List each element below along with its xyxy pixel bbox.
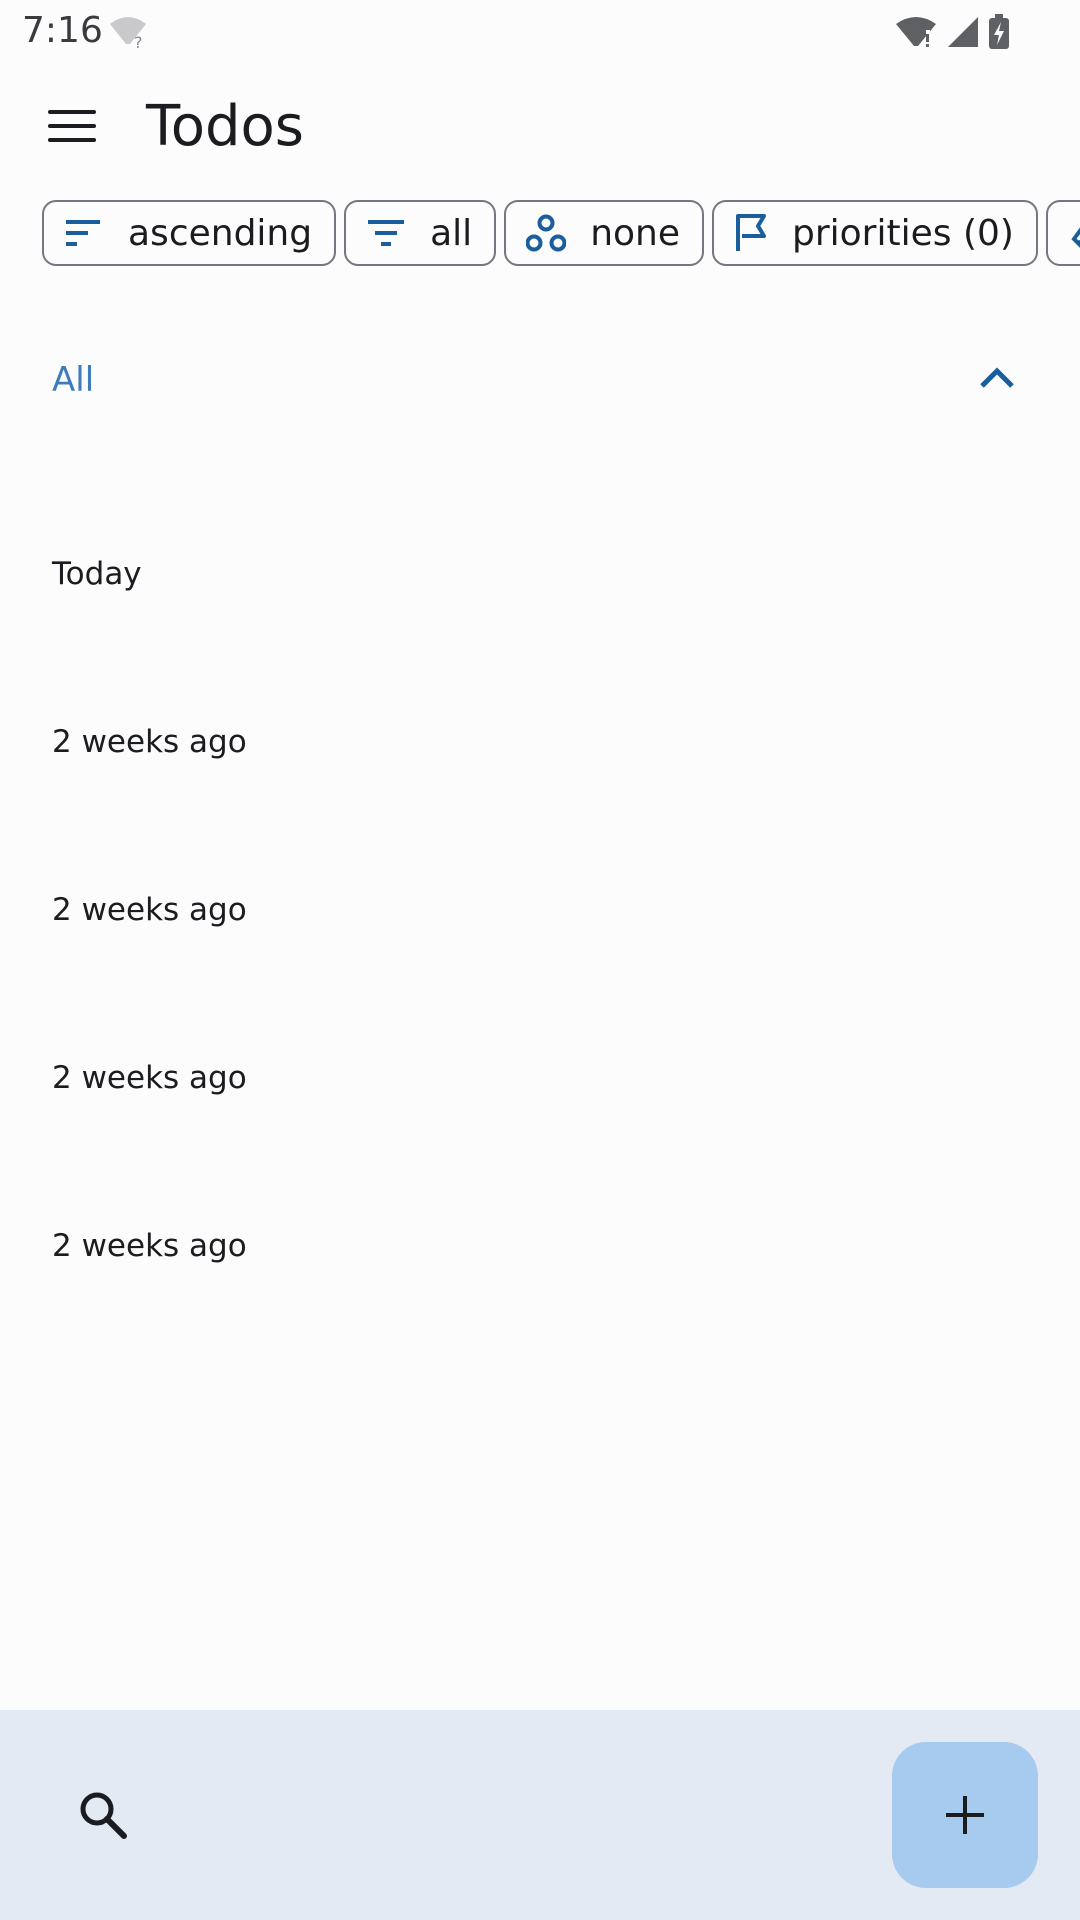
section-label: All xyxy=(52,360,95,400)
list-item[interactable]: Today xyxy=(0,520,1080,630)
sort-order-chip[interactable]: ascending xyxy=(42,200,337,266)
filter-chip-row[interactable]: ascending all none priorities (0) xyxy=(42,200,1080,268)
battery-charging-icon xyxy=(988,14,1010,54)
list-item[interactable]: 2 weeks ago xyxy=(0,688,1080,798)
filter-chip[interactable]: all xyxy=(344,200,497,266)
app-bar: Todos xyxy=(0,64,1080,192)
signal-icon xyxy=(946,15,980,53)
search-icon xyxy=(80,1792,127,1839)
section-header-all[interactable]: All xyxy=(0,330,1080,430)
group-label: none xyxy=(590,212,680,254)
priorities-label: priorities (0) xyxy=(792,212,1014,254)
list-item[interactable]: 2 weeks ago xyxy=(0,1024,1080,1134)
menu-icon[interactable] xyxy=(48,108,98,148)
status-time: 7:16 xyxy=(22,10,103,51)
status-bar: 7:16 ? xyxy=(0,0,1080,64)
group-icon xyxy=(526,214,567,252)
filter-icon xyxy=(368,220,405,246)
sort-icon xyxy=(66,220,100,246)
list-item-label: 2 weeks ago xyxy=(52,892,247,928)
flag-icon xyxy=(736,214,766,251)
priorities-chip[interactable]: priorities (0) xyxy=(712,200,1038,266)
list-item[interactable]: 2 weeks ago xyxy=(0,856,1080,966)
plus-icon xyxy=(946,1796,984,1834)
tag-icon xyxy=(1071,227,1080,248)
group-chip[interactable]: none xyxy=(504,200,704,266)
list-item-label: 2 weeks ago xyxy=(52,724,247,760)
chevron-up-icon[interactable] xyxy=(978,364,1016,390)
search-button[interactable] xyxy=(76,1788,132,1844)
filter-label: all xyxy=(430,212,473,254)
add-todo-button[interactable] xyxy=(892,1742,1038,1888)
svg-text:?: ? xyxy=(134,33,143,50)
list-item-label: 2 weeks ago xyxy=(52,1228,247,1264)
page-title: Todos xyxy=(146,94,304,159)
wifi-unknown-icon: ? xyxy=(108,14,148,54)
sort-order-label: ascending xyxy=(128,212,313,254)
wifi-alert-icon xyxy=(894,14,938,54)
bottom-app-bar xyxy=(0,1710,1080,1920)
list-item-label: Today xyxy=(52,556,142,592)
tags-chip[interactable] xyxy=(1045,200,1080,266)
list-item[interactable]: 2 weeks ago xyxy=(0,1192,1080,1302)
list-item-label: 2 weeks ago xyxy=(52,1060,247,1096)
